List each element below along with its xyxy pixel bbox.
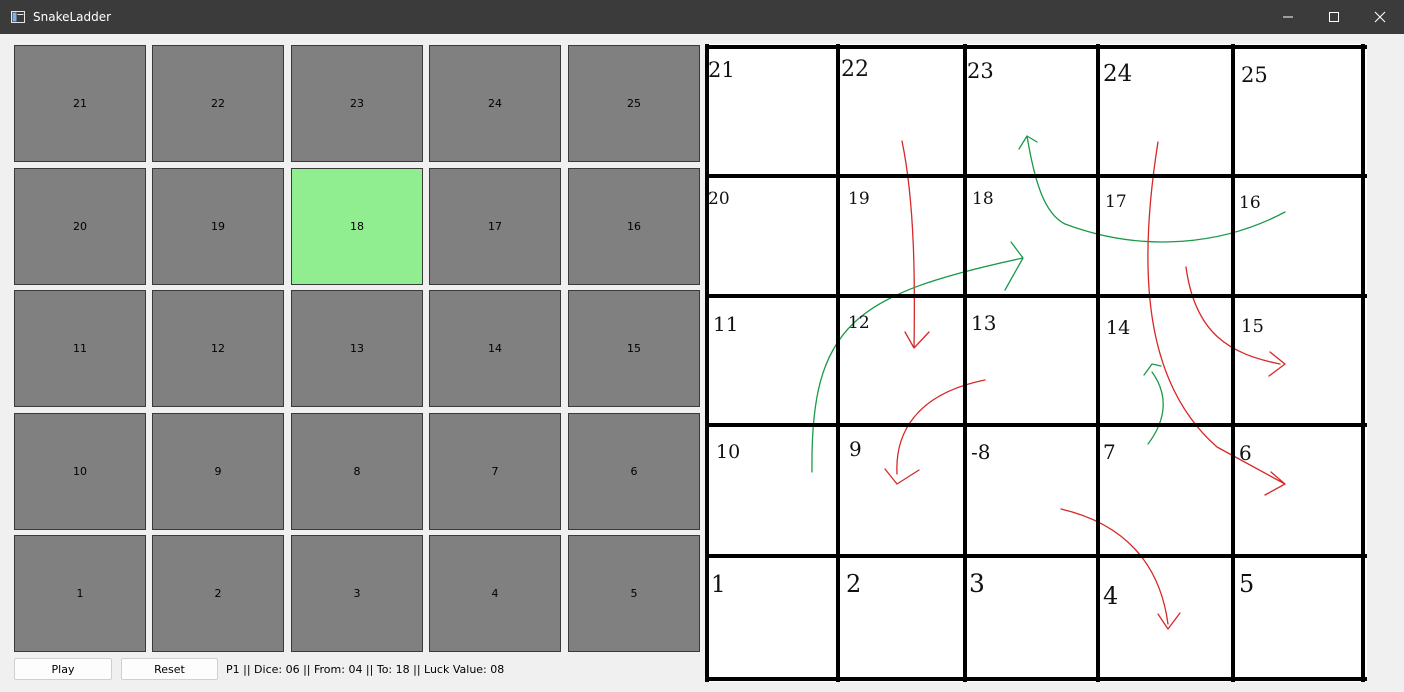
board-tile[interactable]: 19: [152, 168, 284, 285]
board-tile[interactable]: 15: [568, 290, 700, 407]
close-button[interactable]: [1357, 0, 1403, 34]
tile-number: 8: [353, 465, 361, 478]
board-tile[interactable]: 9: [152, 413, 284, 530]
maximize-button[interactable]: [1311, 0, 1357, 34]
tile-number: 9: [214, 465, 222, 478]
board-tile[interactable]: 13: [291, 290, 423, 407]
board-tile[interactable]: 6: [568, 413, 700, 530]
board-tile[interactable]: 3: [291, 535, 423, 652]
tile-number: 16: [627, 220, 641, 233]
minimize-icon: [1283, 16, 1293, 18]
tile-number: 19: [211, 220, 225, 233]
board-tile[interactable]: 20: [14, 168, 146, 285]
app-icon: [11, 11, 25, 23]
cell-number: 18: [972, 189, 994, 209]
cell-number: 9: [849, 437, 862, 461]
tile-number: 24: [488, 97, 502, 110]
cell-number: 14: [1106, 317, 1130, 339]
cell-number: 25: [1241, 63, 1268, 87]
board-tile[interactable]: 11: [14, 290, 146, 407]
cell-number: 7: [1103, 440, 1116, 464]
board-tile[interactable]: 24: [429, 45, 561, 162]
board-tile[interactable]: 7: [429, 413, 561, 530]
cell-number: 20: [708, 189, 730, 209]
board-tile[interactable]: 17: [429, 168, 561, 285]
cell-number: 22: [841, 57, 869, 82]
tile-number: 18: [350, 220, 364, 233]
tile-number: 1: [76, 587, 84, 600]
status-text: P1 || Dice: 06 || From: 04 || To: 18 || …: [226, 663, 505, 676]
title-bar: SnakeLadder: [0, 0, 1404, 34]
board-tile[interactable]: 12: [152, 290, 284, 407]
cell-number: 15: [1241, 316, 1264, 337]
tile-number: 25: [627, 97, 641, 110]
tile-number: 20: [73, 220, 87, 233]
window-title: SnakeLadder: [33, 10, 112, 24]
cell-number: -8: [971, 440, 990, 464]
close-icon: [1374, 11, 1386, 23]
play-button[interactable]: Play: [14, 658, 112, 680]
board-tile[interactable]: 1: [14, 535, 146, 652]
tile-number: 14: [488, 342, 502, 355]
cell-number: 13: [971, 311, 996, 335]
reset-button[interactable]: Reset: [121, 658, 218, 680]
board-tile[interactable]: 18: [291, 168, 423, 285]
board-tile[interactable]: 10: [14, 413, 146, 530]
board-tile[interactable]: 22: [152, 45, 284, 162]
cell-number: 19: [848, 189, 870, 209]
client-area: 21 22 23 24 25 20 19 18 17 16 11 12 13 1…: [0, 34, 1404, 692]
board-tile[interactable]: 5: [568, 535, 700, 652]
tile-number: 12: [211, 342, 225, 355]
snakes-ladders-board-image: 21 22 23 24 25 20 19 18 17 16 11 12 13 1…: [705, 44, 1367, 682]
board-tile[interactable]: 14: [429, 290, 561, 407]
board-tile[interactable]: 23: [291, 45, 423, 162]
cell-number: 2: [846, 570, 861, 598]
board-tile[interactable]: 21: [14, 45, 146, 162]
tile-number: 15: [627, 342, 641, 355]
cell-number: 3: [969, 569, 985, 598]
tile-number: 4: [491, 587, 499, 600]
minimize-button[interactable]: [1265, 0, 1311, 34]
cell-number: 17: [1105, 192, 1127, 212]
board-tile[interactable]: 16: [568, 168, 700, 285]
cell-number: 10: [716, 441, 740, 463]
cell-number: 4: [1103, 582, 1118, 610]
tile-number: 6: [630, 465, 638, 478]
tile-number: 7: [491, 465, 499, 478]
board-tile[interactable]: 8: [291, 413, 423, 530]
cell-number: 12: [848, 313, 870, 333]
tile-number: 10: [73, 465, 87, 478]
cell-number: 5: [1239, 570, 1254, 598]
tile-number: 22: [211, 97, 225, 110]
maximize-icon: [1329, 12, 1339, 22]
board-tile[interactable]: 4: [429, 535, 561, 652]
tile-number: 3: [353, 587, 361, 600]
tile-number: 2: [214, 587, 222, 600]
cell-number: 1: [711, 572, 726, 598]
tile-number: 23: [350, 97, 364, 110]
cell-number: 6: [1239, 441, 1252, 465]
board-tile[interactable]: 2: [152, 535, 284, 652]
tile-number: 5: [630, 587, 638, 600]
cell-number: 16: [1239, 193, 1261, 213]
tile-number: 11: [73, 342, 87, 355]
cell-number: 11: [713, 312, 738, 336]
tile-number: 13: [350, 342, 364, 355]
tile-number: 21: [73, 97, 87, 110]
cell-number: 21: [708, 58, 735, 82]
board-tile[interactable]: 25: [568, 45, 700, 162]
cell-number: 24: [1103, 61, 1132, 87]
cell-number: 23: [967, 59, 994, 83]
tile-number: 17: [488, 220, 502, 233]
